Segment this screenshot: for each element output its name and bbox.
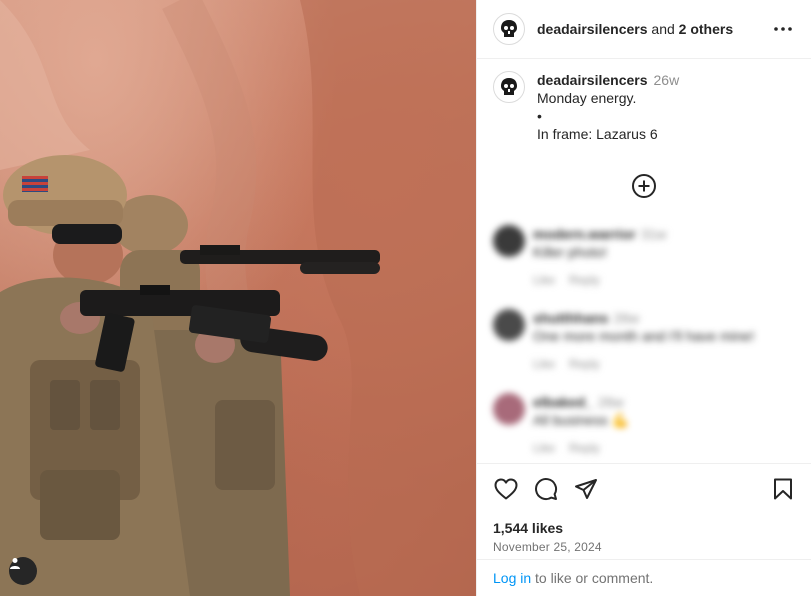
- comment-text: One more month and I'll have mine!: [533, 328, 755, 344]
- comment-item: modern.warrior 31w Killer photo! Like Repl…: [493, 225, 795, 309]
- comment-avatar[interactable]: [493, 393, 525, 425]
- comment-like-link[interactable]: Like: [533, 441, 555, 455]
- login-link[interactable]: Log in: [493, 570, 531, 586]
- load-more-comments: [477, 173, 811, 199]
- caption-time[interactable]: 26w: [654, 72, 680, 88]
- post-photo[interactable]: [0, 0, 476, 596]
- comment-list: modern.warrior 31w Killer photo! Like Repl…: [477, 225, 811, 477]
- caption-body: deadairsilencers 26w Monday energy. • In …: [537, 71, 679, 143]
- comment-reply-link[interactable]: Reply: [569, 357, 600, 371]
- post-viewer: deadairsilencers and 2 others deadairsil…: [0, 0, 811, 596]
- login-prompt: Log in to like or comment.: [477, 559, 811, 596]
- heart-icon[interactable]: [493, 476, 519, 502]
- post-header: deadairsilencers and 2 others: [477, 0, 811, 59]
- skull-logo-icon: [501, 78, 517, 95]
- comment-item: shutthhans 26w One more month and I'll ha…: [493, 309, 795, 393]
- skull-logo-icon: [501, 20, 517, 37]
- comment-avatar[interactable]: [493, 309, 525, 341]
- caption-avatar[interactable]: [493, 71, 525, 103]
- tagged-user-icon[interactable]: [9, 557, 37, 585]
- comment-username[interactable]: elbaked_: [533, 394, 593, 410]
- photo-scene: [0, 0, 476, 596]
- comment-username[interactable]: modern.warrior: [533, 226, 636, 242]
- more-horizontal-icon[interactable]: [771, 17, 795, 41]
- comment-avatar[interactable]: [493, 225, 525, 257]
- like-count[interactable]: 1,544 likes: [493, 520, 796, 536]
- comment-reply-link[interactable]: Reply: [569, 273, 600, 287]
- post-caption: deadairsilencers 26w Monday energy. • In …: [477, 59, 811, 143]
- add-circle-icon[interactable]: [631, 173, 657, 199]
- header-username[interactable]: deadairsilencers: [537, 21, 648, 37]
- bookmark-icon[interactable]: [770, 476, 796, 502]
- caption-line-1: Monday energy.: [537, 90, 637, 106]
- post-date[interactable]: November 25, 2024: [493, 540, 796, 554]
- post-actions: 1,544 likes November 25, 2024: [477, 463, 811, 554]
- post-side-panel: deadairsilencers and 2 others deadairsil…: [476, 0, 811, 596]
- comment-time: 26w: [613, 310, 640, 326]
- header-and: and: [651, 21, 675, 37]
- comment-time: 26w: [597, 394, 624, 410]
- comment-like-link[interactable]: Like: [533, 357, 555, 371]
- header-title: deadairsilencers and 2 others: [537, 21, 771, 37]
- comment-username[interactable]: shutthhans: [533, 310, 608, 326]
- comment-text: All business 💪: [533, 412, 630, 428]
- author-avatar[interactable]: [493, 13, 525, 45]
- send-icon[interactable]: [573, 476, 599, 502]
- caption-line-2: •: [537, 108, 542, 124]
- header-others[interactable]: 2 others: [679, 21, 733, 37]
- login-prompt-text: to like or comment.: [531, 570, 654, 586]
- caption-line-3: In frame: Lazarus 6: [537, 126, 658, 142]
- comment-icon[interactable]: [533, 476, 559, 502]
- comment-time: 31w: [640, 226, 667, 242]
- caption-username[interactable]: deadairsilencers: [537, 72, 648, 88]
- comment-reply-link[interactable]: Reply: [569, 441, 600, 455]
- comment-text: Killer photo!: [533, 244, 607, 260]
- comment-like-link[interactable]: Like: [533, 273, 555, 287]
